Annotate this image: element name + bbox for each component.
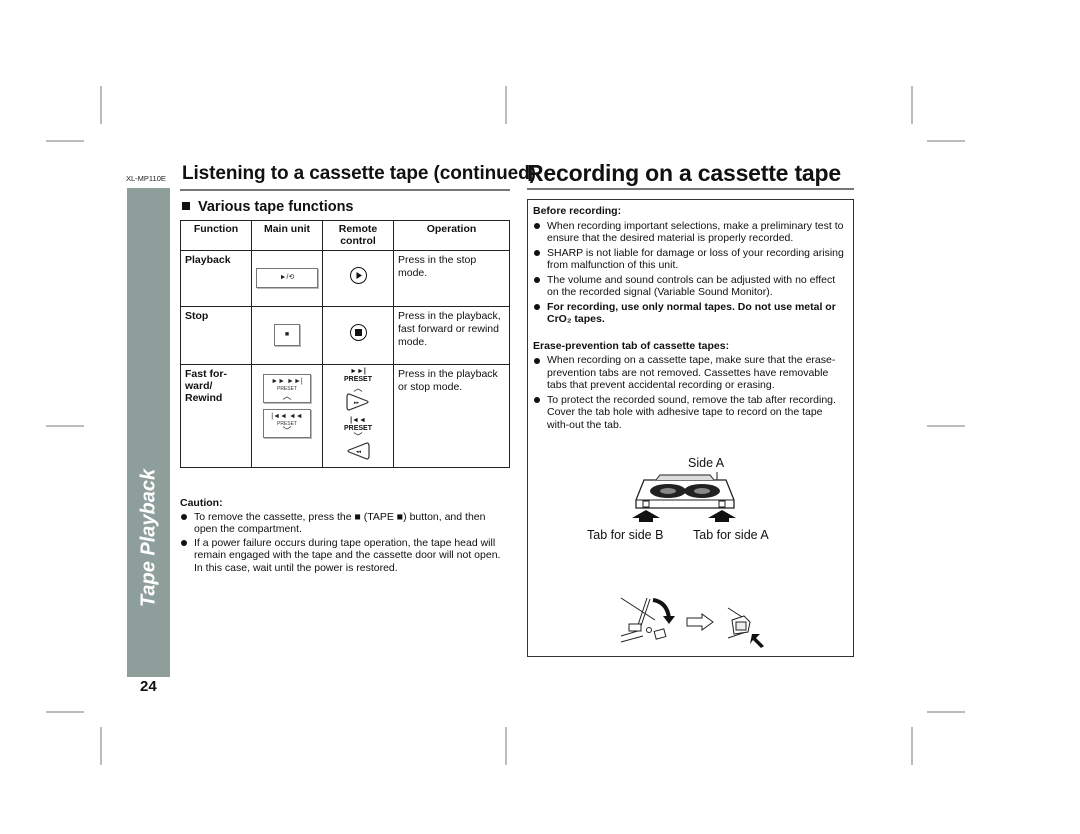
list-item: When recording on a cassette tape, make … <box>533 354 847 392</box>
column-header: Main unit <box>251 220 323 251</box>
crop-mark <box>505 86 507 124</box>
cassette-illustration <box>632 472 736 522</box>
play-button: ►/⟲ <box>256 268 318 288</box>
arrow-right-icon <box>686 613 714 631</box>
remote-cell <box>322 250 394 307</box>
list-item: To remove the cassette, press the ■ (TAP… <box>180 511 510 536</box>
tab-for-side-b-label: Tab for side B <box>587 528 664 542</box>
table-header-row: Function Main unit Remote control Operat… <box>180 220 510 251</box>
caution-list: To remove the cassette, press the ■ (TAP… <box>180 511 510 575</box>
chevron-down-icon: ﹀ <box>282 426 292 436</box>
remove-tab-illustration <box>620 597 675 643</box>
crop-mark <box>46 711 84 713</box>
function-cell: Stop <box>180 306 252 365</box>
main-unit-cell: ►/⟲ <box>251 250 323 307</box>
recording-box-content: Before recording: When recording importa… <box>533 205 847 431</box>
crop-mark <box>927 425 965 427</box>
erase-prevention-heading: Erase-prevention tab of cassette tapes: <box>533 339 730 352</box>
before-recording-heading: Before recording: <box>533 205 622 217</box>
crop-mark <box>927 711 965 713</box>
caution-heading: Caution: <box>180 497 223 509</box>
crop-mark <box>505 727 507 765</box>
list-item: For recording, use only normal tapes. Do… <box>533 301 847 326</box>
before-recording-list: When recording important selections, mak… <box>533 220 847 326</box>
tab-for-side-a-label: Tab for side A <box>693 528 769 542</box>
fast-forward-symbols: ►► ►►| <box>271 378 303 385</box>
stop-button: ■ <box>274 324 300 346</box>
rewind-button: |◄◄ ◄◄ PRESET ﹀ <box>263 409 311 438</box>
title-rule <box>527 188 854 190</box>
side-tab-label: Tape Playback <box>137 468 159 608</box>
crop-mark <box>100 727 102 765</box>
recording-box: Before recording: When recording importa… <box>527 199 854 657</box>
crop-mark <box>46 140 84 142</box>
play-button-label: ►/⟲ <box>279 274 295 281</box>
chevron-up-icon: ︿ <box>282 391 292 401</box>
side-a-label: Side A <box>688 456 725 470</box>
chevron-down-icon: ﹀ <box>353 432 363 442</box>
operation-cell: Press in the playback, fast forward or r… <box>393 306 510 365</box>
section-heading-text: Various tape functions <box>198 199 354 215</box>
crop-mark <box>911 86 913 124</box>
caution-section: Caution: To remove the cassette, press t… <box>180 497 510 574</box>
column-header: Function <box>180 220 252 251</box>
operation-cell: Press in the playback or stop mode. <box>393 364 510 468</box>
section-heading: Various tape functions <box>182 199 354 215</box>
fast-forward-icon: ▸▸ <box>346 393 369 411</box>
rewind-symbols: |◄◄ ◄◄ <box>271 413 303 420</box>
table-row: Stop ■ Press in the playback, fast forwa… <box>180 306 510 365</box>
crop-mark <box>911 727 913 765</box>
main-unit-cell: ■ <box>251 306 323 365</box>
main-unit-cell: ►► ►►| PRESET ︿ |◄◄ ◄◄ PRESET ﹀ <box>251 364 323 468</box>
rewind-icon: ◂◂ <box>347 442 370 460</box>
list-item: If a power failure occurs during tape op… <box>180 537 510 575</box>
table-row: Fast for-ward/ Rewind ►► ►►| PRESET ︿ |◄… <box>180 364 510 468</box>
play-circle-icon <box>349 267 367 284</box>
list-item: When recording important selections, mak… <box>533 220 847 245</box>
list-item: SHARP is not liable for damage or loss o… <box>533 247 847 272</box>
skip-back-symbols: |◄◄ <box>350 417 366 424</box>
remote-cell: ►►| PRESET ︿ ▸▸ |◄◄ PRESET ﹀ ◂◂ <box>322 364 394 468</box>
function-cell: Playback <box>180 250 252 307</box>
tape-functions-table: Function Main unit Remote control Operat… <box>180 220 510 468</box>
page-title-left: Listening to a cassette tape (continued) <box>182 163 536 184</box>
function-cell: Fast for-ward/ Rewind <box>180 364 252 468</box>
crop-mark <box>100 86 102 124</box>
operation-cell: Press in the stop mode. <box>393 250 510 307</box>
model-number: XL-MP110E <box>126 174 166 183</box>
list-item: The volume and sound controls can be adj… <box>533 274 847 299</box>
chevron-up-icon: ︿ <box>353 383 363 393</box>
covered-tab-hole-illustration <box>727 607 764 648</box>
erase-prevention-list: When recording on a cassette tape, make … <box>533 354 847 431</box>
table-row: Playback ►/⟲ Press in the stop mode. <box>180 250 510 307</box>
column-header: Operation <box>393 220 510 251</box>
fast-forward-button: ►► ►►| PRESET ︿ <box>263 374 311 403</box>
skip-forward-symbols: ►►| <box>350 368 366 375</box>
stop-button-label: ■ <box>284 331 290 338</box>
list-item: To protect the recorded sound, remove th… <box>533 394 847 432</box>
side-tab: Tape Playback <box>127 188 170 677</box>
stop-circle-icon <box>349 324 367 341</box>
crop-mark <box>927 140 965 142</box>
column-header: Remote control <box>322 220 394 251</box>
title-rule <box>180 189 510 191</box>
remote-cell <box>322 306 394 365</box>
svg-text:▸▸: ▸▸ <box>354 400 360 406</box>
page-title-right: Recording on a cassette tape <box>527 160 841 186</box>
square-bullet-icon <box>182 202 190 210</box>
page-number: 24 <box>140 678 157 695</box>
svg-text:◂◂: ◂◂ <box>356 449 362 455</box>
crop-mark <box>46 425 84 427</box>
